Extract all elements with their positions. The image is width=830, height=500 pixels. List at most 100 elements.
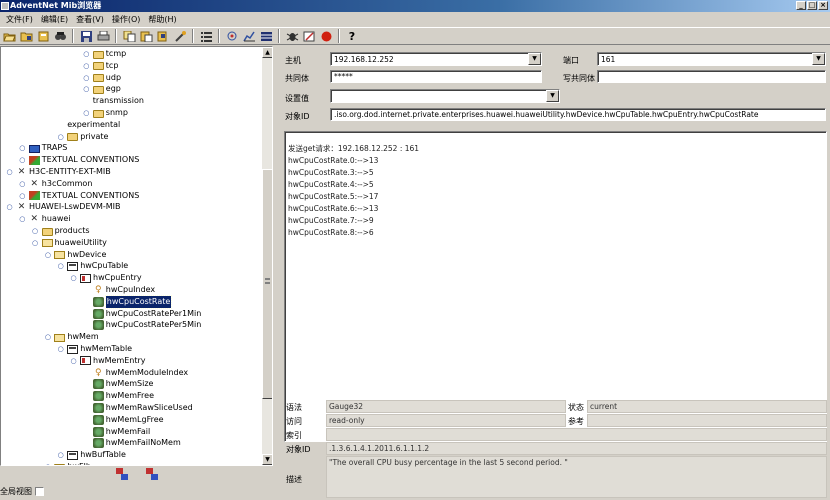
tree-node[interactable]: hwCpuCostRate: [82, 294, 173, 309]
edit-icon[interactable]: [155, 28, 171, 44]
window-title-bar[interactable]: AdventNet Mib浏览器 _ □ ×: [0, 0, 830, 12]
expand-handle-icon[interactable]: ○: [5, 166, 14, 178]
expand-handle-icon[interactable]: ○: [69, 355, 78, 367]
community-field[interactable]: *****: [330, 70, 542, 83]
paste-icon[interactable]: [138, 28, 154, 44]
open-folder-icon[interactable]: [1, 28, 17, 44]
expand-handle-icon[interactable]: ○: [18, 154, 27, 166]
table-icon[interactable]: [258, 28, 274, 44]
tree-node[interactable]: hwCpuCostRatePer1Min: [82, 308, 201, 320]
chevron-down-icon[interactable]: ▼: [528, 53, 541, 65]
expand-handle-icon[interactable]: ○: [31, 237, 40, 249]
expand-handle-icon[interactable]: ○: [56, 131, 65, 143]
chevron-down-icon[interactable]: ▼: [812, 53, 825, 65]
tree-node[interactable]: hwCpuCostRatePer5Min: [82, 319, 201, 331]
global-view-checkbox[interactable]: [35, 486, 44, 496]
save-icon[interactable]: [78, 28, 94, 44]
expand-handle-icon[interactable]: ○: [69, 272, 78, 284]
tree-node[interactable]: ○ hwMemTable: [56, 343, 132, 355]
find-icon[interactable]: [52, 28, 68, 44]
network-icon[interactable]: [224, 28, 240, 44]
menu-file[interactable]: 文件(F): [2, 12, 37, 27]
tree-vertical-scrollbar[interactable]: ▲ ▼: [262, 47, 272, 465]
tree-node[interactable]: ○ egp: [82, 83, 121, 95]
expand-handle-icon[interactable]: ○: [18, 213, 27, 225]
tree-node[interactable]: ○ ✕ huawei: [18, 213, 70, 225]
tree-node[interactable]: hwMemFailNoMem: [82, 437, 181, 449]
tree-node[interactable]: ○ hwDevice: [43, 249, 106, 261]
tree-node[interactable]: hwMemFree: [82, 390, 154, 402]
port-combo[interactable]: 161 ▼: [597, 52, 826, 66]
tree-node[interactable]: hwMemLgFree: [82, 414, 164, 426]
tree-node[interactable]: ♀ hwMemModuleIndex: [82, 367, 188, 379]
chevron-down-icon[interactable]: ▼: [546, 90, 559, 102]
set-value-combo[interactable]: ▼: [330, 89, 560, 103]
tree-node[interactable]: ○ hwCpuTable: [56, 260, 128, 272]
expand-handle-icon[interactable]: ○: [82, 107, 91, 119]
menu-help[interactable]: 帮助(H): [144, 12, 180, 27]
expand-handle-icon[interactable]: ○: [5, 201, 14, 213]
maximize-button[interactable]: □: [807, 1, 817, 10]
collapse-tree-icon[interactable]: [115, 468, 128, 480]
tree-node[interactable]: ○ hwMemEntry: [69, 355, 146, 367]
copy-icon[interactable]: [121, 28, 137, 44]
expand-handle-icon[interactable]: ○: [82, 60, 91, 72]
tree-node[interactable]: ○ ✕ H3C-ENTITY-EXT-MIB: [5, 166, 110, 178]
debug-icon[interactable]: [284, 28, 300, 44]
tree-node[interactable]: ○ udp: [82, 72, 121, 84]
tree-node[interactable]: ○ hwBufTable: [56, 449, 126, 461]
oid-field[interactable]: .iso.org.dod.internet.private.enterprise…: [330, 108, 826, 121]
expand-handle-icon[interactable]: ○: [82, 72, 91, 84]
panel-splitter[interactable]: [274, 46, 280, 498]
result-output[interactable]: 发送get请求：192.168.12.252 : 161 hwCpuCostRat…: [284, 131, 827, 442]
tree-node[interactable]: ○ huaweiUtility: [31, 237, 107, 249]
tree-node[interactable]: ♀ hwCpuIndex: [82, 284, 155, 296]
tree-node[interactable]: transmission: [82, 95, 144, 107]
expand-handle-icon[interactable]: ○: [82, 83, 91, 95]
expand-handle-icon[interactable]: ○: [43, 249, 52, 261]
host-combo[interactable]: 192.168.12.252 ▼: [330, 52, 542, 66]
expand-handle-icon[interactable]: ○: [43, 331, 52, 343]
menu-edit[interactable]: 编辑(E): [37, 12, 72, 27]
tree-node[interactable]: ○ tcp: [82, 60, 118, 72]
scroll-thumb[interactable]: [262, 169, 272, 399]
expand-handle-icon[interactable]: ○: [18, 190, 27, 202]
tree-node[interactable]: ○ snmp: [82, 107, 128, 119]
scroll-down-button[interactable]: ▼: [262, 454, 272, 465]
mib-tree-panel[interactable]: ○ tcmp ○ tcp ○ udp ○ egp transmission ○ snmp experi…: [0, 46, 273, 466]
minimize-button[interactable]: _: [796, 1, 806, 10]
graph-icon[interactable]: [241, 28, 257, 44]
menu-operation[interactable]: 操作(O): [108, 12, 145, 27]
tree-node[interactable]: ○ private: [56, 131, 108, 143]
menu-view[interactable]: 查看(V): [72, 12, 108, 27]
expand-handle-icon[interactable]: ○: [56, 260, 65, 272]
tree-node[interactable]: ○ TEXTUAL CONVENTIONS: [18, 190, 139, 202]
close-button[interactable]: ×: [818, 1, 828, 10]
expand-handle-icon[interactable]: ○: [31, 225, 40, 237]
expand-handle-icon[interactable]: ○: [82, 48, 91, 60]
help-icon[interactable]: ?: [344, 28, 360, 44]
tree-node[interactable]: hwMemFail: [82, 426, 150, 438]
write-community-field[interactable]: [597, 70, 826, 83]
expand-handle-icon[interactable]: ○: [56, 449, 65, 461]
notepad-icon[interactable]: [301, 28, 317, 44]
print-icon[interactable]: [95, 28, 111, 44]
stop-icon[interactable]: [318, 28, 334, 44]
load-mib-icon[interactable]: [35, 28, 51, 44]
expand-handle-icon[interactable]: ○: [18, 142, 27, 154]
tree-node[interactable]: ○ TRAPS: [18, 142, 67, 154]
tree-node[interactable]: ○ products: [31, 225, 90, 237]
tree-node[interactable]: hwMemRawSliceUsed: [82, 402, 193, 414]
save-folder-icon[interactable]: [18, 28, 34, 44]
expand-handle-icon[interactable]: ○: [56, 343, 65, 355]
tree-node[interactable]: ○ TEXTUAL CONVENTIONS: [18, 154, 139, 166]
tree-node[interactable]: ○ ✕ h3cCommon: [18, 178, 92, 190]
tree-node[interactable]: hwMemSize: [82, 378, 153, 390]
list-icon[interactable]: [198, 28, 214, 44]
tree-node[interactable]: ○ ✕ HUAWEI-LswDEVM-MIB: [5, 201, 120, 213]
tree-node[interactable]: ○ tcmp: [82, 48, 126, 60]
tree-node[interactable]: ○ hwMem: [43, 331, 99, 343]
expand-handle-icon[interactable]: ○: [18, 178, 27, 190]
tree-node[interactable]: ○ hwCpuEntry: [69, 272, 142, 284]
tree-node[interactable]: experimental: [56, 119, 120, 131]
